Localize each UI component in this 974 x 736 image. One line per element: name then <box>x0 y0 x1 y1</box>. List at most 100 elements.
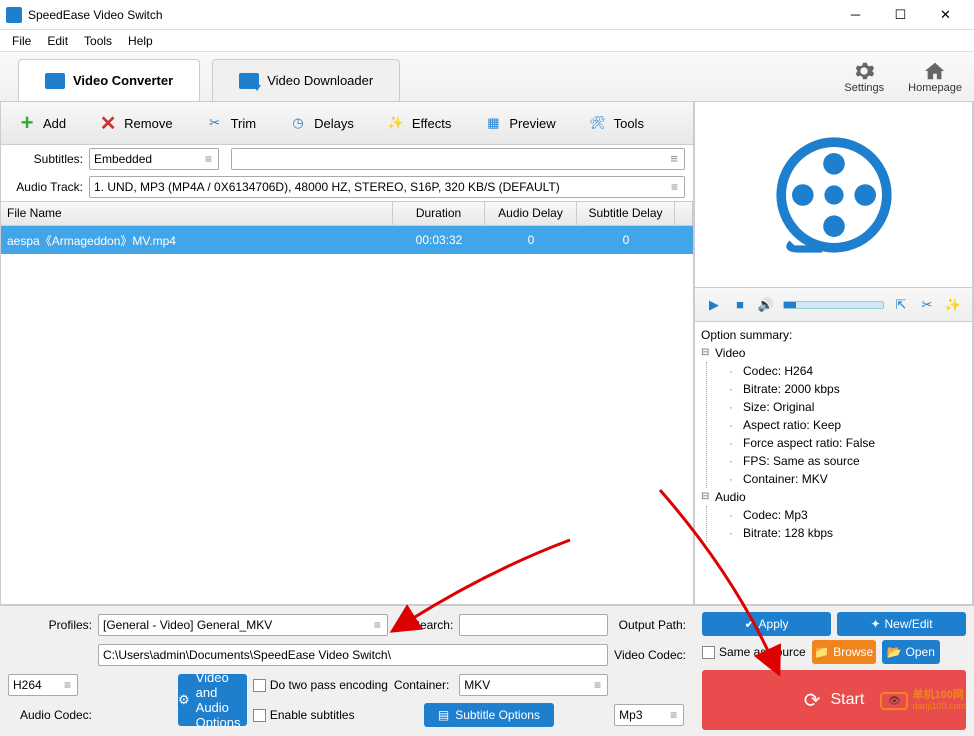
table-row[interactable]: aespa《Armageddon》MV.mp4 00:03:32 0 0 <box>1 226 693 254</box>
play-button[interactable]: ▶ <box>705 296 723 314</box>
container-combo[interactable]: MKV <box>459 674 608 696</box>
download-icon <box>239 73 259 89</box>
wand-icon: ✨ <box>386 113 406 133</box>
profiles-combo[interactable]: [General - Video] General_MKV <box>98 614 388 636</box>
video-codec-combo[interactable]: H264 <box>8 674 78 696</box>
homepage-button[interactable]: Homepage <box>896 52 974 101</box>
settings-button[interactable]: Settings <box>832 52 896 101</box>
cell-audio-delay: 0 <box>485 233 577 247</box>
remove-button[interactable]: ✕Remove <box>82 102 188 144</box>
x-icon: ✕ <box>98 113 118 133</box>
cell-duration: 00:03:32 <box>393 233 485 247</box>
video-audio-options-button[interactable]: ⚙ Video and Audio Options <box>178 674 247 726</box>
cut-button[interactable]: ✂ <box>918 296 936 314</box>
gear-icon <box>853 60 875 82</box>
container-label: Container: <box>394 678 453 692</box>
audiotrack-label: Audio Track: <box>9 180 83 194</box>
player-controls: ▶ ■ 🔊 ⇱ ✂ ✨ <box>694 288 973 322</box>
titlebar: SpeedEase Video Switch ─ ☐ ✕ <box>0 0 974 30</box>
subtitle-options-button[interactable]: ▤ Subtitle Options <box>424 703 554 727</box>
filmstrip-icon: ▦ <box>483 113 503 133</box>
toolbar: +Add ✕Remove ✂Trim ◷Delays ✨Effects ▦Pre… <box>1 102 693 145</box>
check-icon: ✔ <box>744 617 754 631</box>
col-audio-delay[interactable]: Audio Delay <box>485 202 577 225</box>
col-subtitle-delay[interactable]: Subtitle Delay <box>577 202 675 225</box>
tab-video-downloader[interactable]: Video Downloader <box>212 59 400 101</box>
enable-subtitles-checkbox[interactable]: Enable subtitles <box>253 708 388 722</box>
header-row: Video Converter Video Downloader Setting… <box>0 52 974 102</box>
minimize-button[interactable]: ─ <box>833 0 878 30</box>
browse-button[interactable]: 📁Browse <box>812 640 876 664</box>
bottom-right: ✔Apply ✦New/Edit Same as source 📁Browse … <box>694 606 974 736</box>
search-input[interactable] <box>459 614 608 636</box>
subtitles-label: Subtitles: <box>9 152 83 166</box>
window-title: SpeedEase Video Switch <box>28 8 833 22</box>
maximize-button[interactable]: ☐ <box>878 0 923 30</box>
new-edit-button[interactable]: ✦New/Edit <box>837 612 966 636</box>
seek-bar[interactable] <box>783 301 884 309</box>
option-summary: Option summary: Video Codec: H264 Bitrat… <box>694 322 973 605</box>
trim-button[interactable]: ✂Trim <box>189 102 273 144</box>
menu-help[interactable]: Help <box>120 32 161 50</box>
tab-label: Video Converter <box>73 73 173 88</box>
audiotrack-combo[interactable]: 1. UND, MP3 (MP4A / 0X6134706D), 48000 H… <box>89 176 685 198</box>
refresh-icon: ⟳ <box>804 688 821 713</box>
effects-button[interactable]: ✨Effects <box>370 102 468 144</box>
cell-filename: aespa《Armageddon》MV.mp4 <box>1 232 393 249</box>
subtitle-icon: ▤ <box>438 708 449 722</box>
plus-icon: + <box>17 113 37 133</box>
folder-icon: 📁 <box>814 645 829 659</box>
popout-button[interactable]: ⇱ <box>892 296 910 314</box>
preview-area <box>694 102 973 288</box>
same-as-source-checkbox[interactable]: Same as source <box>702 645 806 659</box>
left-panel: +Add ✕Remove ✂Trim ◷Delays ✨Effects ▦Pre… <box>0 102 694 605</box>
two-pass-checkbox[interactable]: Do two pass encoding <box>253 678 388 692</box>
gear-reel-icon: ⚙ <box>178 692 190 708</box>
option-summary-title: Option summary: <box>701 328 966 342</box>
scissors-icon: ✂ <box>205 113 225 133</box>
output-path-input[interactable]: C:\Users\admin\Documents\SpeedEase Video… <box>98 644 608 666</box>
tree-video-codec: Codec: H264 <box>715 362 966 380</box>
preview-button[interactable]: ▦Preview <box>467 102 571 144</box>
audio-codec-combo[interactable]: Mp3 <box>614 704 684 726</box>
col-spacer <box>675 202 693 225</box>
tree-video[interactable]: Video <box>701 344 966 362</box>
tree-video-fps: FPS: Same as source <box>715 452 966 470</box>
table-body: aespa《Armageddon》MV.mp4 00:03:32 0 0 <box>1 226 693 604</box>
cell-subtitle-delay: 0 <box>577 233 675 247</box>
tab-video-converter[interactable]: Video Converter <box>18 59 200 101</box>
tabs: Video Converter Video Downloader <box>0 52 412 101</box>
stop-button[interactable]: ■ <box>731 296 749 314</box>
add-button[interactable]: +Add <box>1 102 82 144</box>
watermark: 👁 单机100网 danji100.com <box>880 690 966 712</box>
search-label: Search: <box>394 618 453 632</box>
homepage-label: Homepage <box>908 82 962 94</box>
tree-video-force-aspect: Force aspect ratio: False <box>715 434 966 452</box>
subtitles-combo[interactable]: Embedded <box>89 148 219 170</box>
profiles-label: Profiles: <box>8 618 92 632</box>
col-filename[interactable]: File Name <box>1 202 393 225</box>
col-duration[interactable]: Duration <box>393 202 485 225</box>
tree-audio-codec: Codec: Mp3 <box>715 506 966 524</box>
bottom-left: Profiles: [General - Video] General_MKV … <box>0 606 694 736</box>
menu-edit[interactable]: Edit <box>39 32 76 50</box>
effects-button-small[interactable]: ✨ <box>944 296 962 314</box>
menu-file[interactable]: File <box>4 32 39 50</box>
output-path-label: Output Path: <box>614 618 686 632</box>
tree-audio[interactable]: Audio <box>701 488 966 506</box>
tools-icon: 🛠 <box>588 113 608 133</box>
close-button[interactable]: ✕ <box>923 0 968 30</box>
tools-button[interactable]: 🛠Tools <box>572 102 660 144</box>
settings-label: Settings <box>844 82 884 94</box>
menubar: File Edit Tools Help <box>0 30 974 52</box>
delays-button[interactable]: ◷Delays <box>272 102 370 144</box>
open-button[interactable]: 📂Open <box>882 640 940 664</box>
volume-button[interactable]: 🔊 <box>757 296 775 314</box>
subtitles-extra-combo[interactable] <box>231 148 685 170</box>
apply-button[interactable]: ✔Apply <box>702 612 831 636</box>
right-panel: ▶ ■ 🔊 ⇱ ✂ ✨ Option summary: Video Codec:… <box>694 102 974 605</box>
menu-tools[interactable]: Tools <box>76 32 120 50</box>
film-reel-icon <box>774 135 894 255</box>
watermark-logo: 👁 <box>880 692 908 710</box>
tree-video-aspect: Aspect ratio: Keep <box>715 416 966 434</box>
